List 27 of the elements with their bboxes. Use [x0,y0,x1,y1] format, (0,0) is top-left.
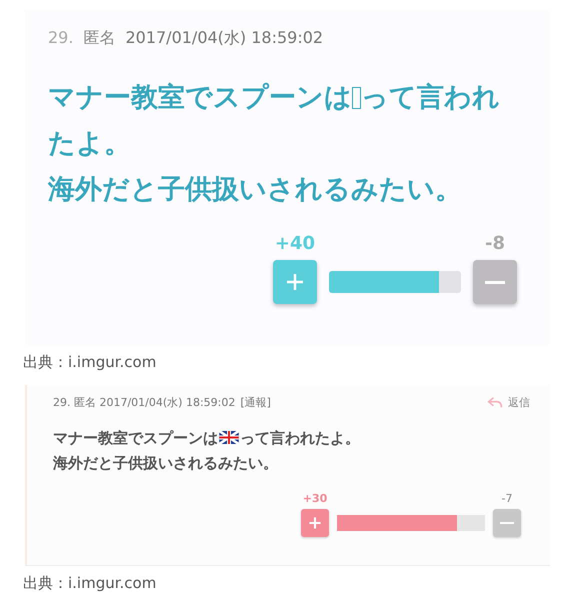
upvote-button[interactable] [301,509,329,537]
comment-date: 2017/01/04(水) 18:59:02 [125,28,324,49]
minus-icon [500,522,514,524]
minus-icon [485,280,505,284]
report-link[interactable]: [通報] [240,395,271,410]
plus-count: +40 [274,233,316,254]
plus-count: +30 [302,492,328,505]
flag-icon [219,431,239,444]
source-text: 出典：i.imgur.com [23,574,158,594]
minus-count: -8 [485,233,505,254]
downvote-button[interactable] [493,509,521,537]
missing-glyph-icon [352,87,361,109]
plus-icon [307,515,323,531]
comment-header: 29. 匿名 2017/01/04(水) 18:59:02 [53,395,236,410]
upvote-button[interactable] [273,260,317,304]
comment-text-line: 海外だと子供扱いされるみたい。 [53,453,279,474]
plus-icon [285,272,305,292]
author-name: 匿名 [83,28,116,49]
comment-text-line: 海外だと子供扱いされるみたい。 [48,173,463,207]
reply-link[interactable]: 返信 [508,395,530,410]
comment-text-line: マナー教室でスプーンは って言われたよ。 [48,81,501,161]
source-text: 出典：i.imgur.com [23,353,158,373]
comment-text-line: マナー教室でスプーンは って言われたよ。 [53,428,361,449]
minus-count: -7 [502,492,512,505]
downvote-button[interactable] [473,260,517,304]
comment-number: 29. [48,28,74,49]
reply-arrow-icon [487,396,503,409]
